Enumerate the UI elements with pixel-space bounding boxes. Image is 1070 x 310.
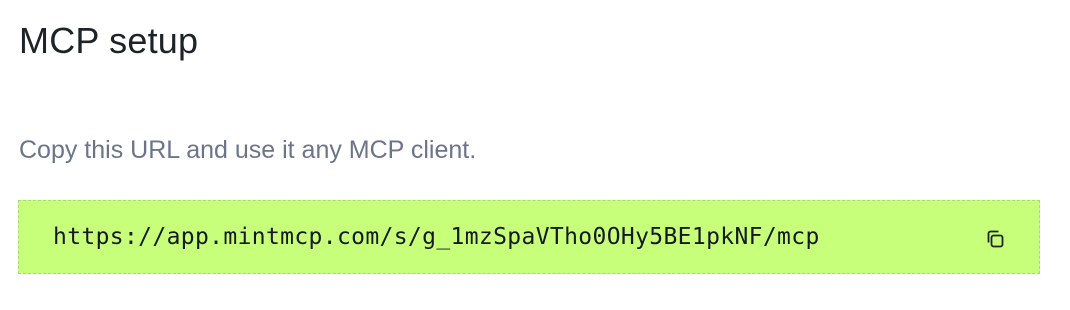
mcp-url-text[interactable]: https://app.mintmcp.com/s/g_1mzSpaVTho0O… <box>53 221 820 253</box>
page-title: MCP setup <box>19 20 199 61</box>
copy-icon <box>987 230 1004 248</box>
mcp-url-box[interactable]: https://app.mintmcp.com/s/g_1mzSpaVTho0O… <box>18 200 1040 274</box>
setup-description: Copy this URL and use it any MCP client. <box>19 136 477 164</box>
copy-url-button[interactable] <box>981 225 1009 253</box>
